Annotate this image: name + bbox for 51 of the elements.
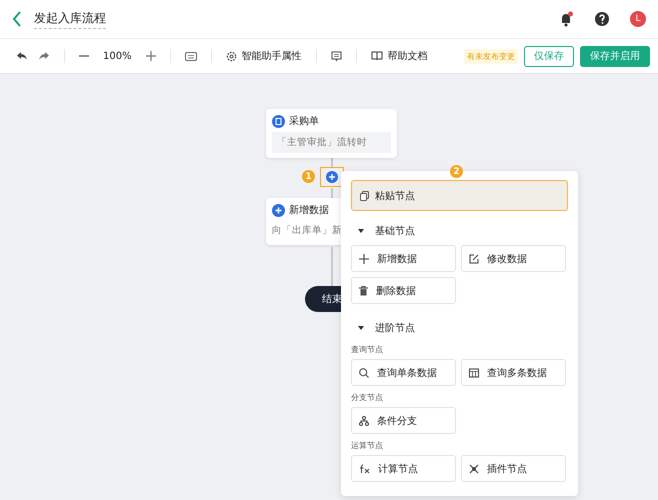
table-icon xyxy=(469,368,479,378)
plus-icon xyxy=(359,254,369,264)
help-icon[interactable] xyxy=(594,11,610,27)
back-icon[interactable] xyxy=(12,11,22,27)
branch-icon xyxy=(359,416,369,426)
step-marker: 1 xyxy=(302,170,315,183)
node-type-button[interactable]: 修改数据 xyxy=(461,245,566,272)
group-title: 查询节点 xyxy=(351,344,384,355)
toolbar-button[interactable]: 智能助手属性 xyxy=(226,49,302,63)
group-title: 分支节点 xyxy=(351,392,384,403)
unpublished-badge: 有未发布变更 xyxy=(464,48,518,64)
node-type-button[interactable]: 新增数据 xyxy=(351,245,456,272)
paste-node-button[interactable]: 粘贴节点 xyxy=(351,180,568,211)
edit-icon xyxy=(469,254,479,264)
zoom-level: 100% xyxy=(103,50,132,62)
gear-icon xyxy=(226,50,237,62)
caret-down-icon[interactable] xyxy=(357,324,365,332)
user-avatar[interactable]: L xyxy=(630,11,646,27)
zoom-in-icon[interactable] xyxy=(146,51,156,61)
node-type-button[interactable]: 计算节点 xyxy=(351,455,456,482)
undo-icon[interactable] xyxy=(16,51,28,61)
node-type-button[interactable]: 查询单条数据 xyxy=(351,359,456,386)
node-description: 向「出库单」新 xyxy=(272,224,343,238)
node-description: 「主管审批」流转时 xyxy=(272,132,391,153)
section-title: 进阶节点 xyxy=(375,322,415,335)
node-type-button[interactable]: 条件分支 xyxy=(351,407,456,434)
flow-node[interactable]: 采购单 「主管审批」流转时 xyxy=(266,109,397,158)
add-node-button[interactable] xyxy=(320,167,344,187)
page-title: 发起入库流程 xyxy=(34,10,106,28)
copy-icon xyxy=(360,190,369,200)
node-type-button[interactable]: 删除数据 xyxy=(351,277,456,304)
step-marker: 2 xyxy=(450,165,463,178)
caret-down-icon[interactable] xyxy=(357,227,365,235)
node-type-button[interactable]: 插件节点 xyxy=(461,455,566,482)
keyboard-icon[interactable] xyxy=(184,52,197,60)
function-icon xyxy=(359,464,370,474)
book-icon xyxy=(370,51,383,61)
node-type-button[interactable]: 查询多条数据 xyxy=(461,359,566,386)
plugin-icon xyxy=(469,464,479,474)
form-icon xyxy=(272,114,285,128)
node-title: 新增数据 xyxy=(289,204,329,217)
search-icon xyxy=(359,368,369,378)
redo-icon[interactable] xyxy=(38,51,50,61)
section-title: 基础节点 xyxy=(375,224,415,238)
trash-icon xyxy=(359,286,368,296)
plus-circle-icon xyxy=(326,171,338,183)
plus-circle-icon xyxy=(272,204,285,216)
group-title: 运算节点 xyxy=(351,440,384,451)
node-title: 采购单 xyxy=(289,114,319,128)
toolbar-button[interactable]: 帮助文档 xyxy=(370,49,428,63)
comment-icon[interactable] xyxy=(330,50,342,62)
